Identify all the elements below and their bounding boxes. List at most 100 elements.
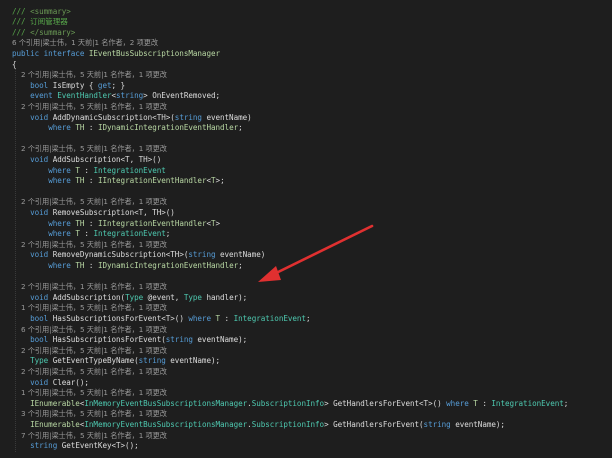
code-token: <summary> [30, 6, 71, 16]
codelens-text[interactable]: 2 个引用|梁士伟，5 天前|1 名作者，1 项更改 [12, 346, 167, 355]
code-line: where TH : IIntegrationEventHandler<T> [12, 219, 220, 230]
code-token: Type [125, 292, 144, 302]
codelens-text[interactable]: 2 个引用|梁士伟，5 天前|1 名作者，1 项更改 [12, 240, 167, 249]
code-token: /// [12, 6, 31, 16]
code-line: string GetEventKey<T>(); [12, 441, 139, 452]
code-line: void AddSubscription(Type @event, Type h… [12, 293, 247, 304]
codelens-line[interactable]: 3 个引用|梁士伟，5 天前|1 名作者，1 项更改 [12, 409, 167, 420]
code-line: public interface IEventBusSubscriptionsM… [12, 49, 220, 60]
code-line: where T : IntegrationEvent; [12, 229, 170, 240]
codelens-line[interactable]: 2 个引用|梁士伟，5 天前|1 名作者，1 项更改 [12, 102, 167, 113]
codelens-text[interactable]: 1 个引用|梁士伟，5 天前|1 名作者，1 项更改 [12, 388, 167, 397]
code-line: void RemoveSubscription<T, TH>() [12, 208, 175, 219]
code-line: void RemoveDynamicSubscription<TH>(strin… [12, 250, 265, 261]
code-token: IntegrationEvent [93, 229, 166, 239]
codelens-text[interactable]: 7 个引用|梁士伟，5 天前|1 名作者，1 项更改 [12, 431, 167, 440]
codelens-text[interactable]: 2 个引用|梁士伟，5 天前|1 名作者，1 项更改 [12, 102, 167, 111]
code-line: void Clear(); [12, 378, 89, 389]
code-token: void [30, 154, 53, 164]
code-line: IEnumerable<InMemoryEventBusSubscription… [12, 420, 505, 431]
code-token: where [48, 218, 76, 228]
code-token: bool [30, 80, 53, 90]
code-token: string [30, 441, 62, 451]
code-token: InMemoryEventBusSubscriptionsManager [84, 419, 248, 429]
code-token: > GetHandlersForEvent( [324, 419, 424, 429]
code-token: IsEmpty { [52, 80, 98, 90]
code-token: > GetHandlersForEvent<T>() [324, 398, 447, 408]
code-token: eventName) [206, 112, 252, 122]
code-token: GetEventKey<T>(); [61, 441, 139, 451]
code-token: SubscriptionInfo [251, 398, 325, 408]
code-token: > OnEventRemoved; [143, 91, 221, 101]
code-token: void [30, 377, 53, 387]
code-token: string [174, 112, 207, 122]
codelens-text[interactable]: 2 个引用|梁士伟，5 天前|1 名作者，1 项更改 [12, 367, 167, 376]
code-line: bool HasSubscriptionsForEvent(string eve… [12, 335, 247, 346]
code-token: event [30, 91, 58, 101]
codelens-text[interactable]: 2 个引用|梁士伟，5 天前|1 名作者，1 项更改 [12, 144, 167, 153]
codelens-line[interactable]: 6 个引用|梁士伟，5 天前|1 名作者，1 项更改 [12, 325, 167, 336]
code-token: void [30, 250, 53, 260]
codelens-line[interactable]: 2 个引用|梁士伟，5 天前|1 名作者，1 项更改 [12, 70, 167, 81]
code-token: handler); [201, 292, 248, 302]
red-arrow-shaft [268, 224, 374, 278]
code-token: Clear(); [52, 377, 89, 387]
code-token: eventName) [220, 250, 266, 260]
codelens-line[interactable]: 2 个引用|梁士伟，5 天前|1 名作者，1 项更改 [12, 367, 167, 378]
code-token: where [48, 123, 76, 133]
codelens-text[interactable]: 2 个引用|梁士伟，5 天前|1 名作者，1 项更改 [12, 197, 167, 206]
code-token: public interface [12, 48, 89, 58]
codelens-text[interactable]: 1 个引用|梁士伟，5 天前|1 名作者，1 项更改 [12, 303, 167, 312]
code-token: RemoveSubscription<T, TH>() [52, 207, 175, 217]
code-token: bool [30, 313, 53, 323]
code-token: IntegrationEvent [93, 165, 166, 175]
codelens-text[interactable]: 6 个引用|梁士伟，5 天前|1 名作者，1 项更改 [12, 325, 167, 334]
codelens-line[interactable]: 7 个引用|梁士伟，5 天前|1 名作者，1 项更改 [12, 431, 167, 442]
code-line: event EventHandler<string> OnEventRemove… [12, 91, 220, 102]
codelens-line[interactable]: 6 个引用|梁士伟，1 天前|1 名作者，2 项更改 [12, 38, 158, 49]
code-token: where [188, 313, 216, 323]
code-token: bool [30, 335, 53, 345]
code-token: ; } [111, 80, 126, 90]
red-arrow-head [258, 266, 281, 282]
codelens-line[interactable]: 2 个引用|梁士伟，5 天前|1 名作者，1 项更改 [12, 197, 167, 208]
code-line: where TH : IIntegrationEventHandler<T>; [12, 176, 224, 187]
code-token: /// [12, 27, 31, 37]
code-token: eventName); [197, 335, 248, 345]
codelens-line[interactable]: 2 个引用|梁士伟，5 天前|1 名作者，1 项更改 [12, 346, 167, 357]
code-token: IEnumerable [30, 419, 80, 429]
codelens-text[interactable]: 6 个引用|梁士伟，1 天前|1 名作者，2 项更改 [12, 38, 158, 47]
code-token: void [30, 112, 53, 122]
code-line: Type GetEventTypeByName(string eventName… [12, 356, 220, 367]
code-token: where [48, 165, 76, 175]
codelens-line[interactable]: 1 个引用|梁士伟，5 天前|1 名作者，1 项更改 [12, 303, 167, 314]
code-token: IEventBusSubscriptionsManager [88, 48, 221, 58]
codelens-text[interactable]: 2 个引用|梁士伟，1 天前|1 名作者，1 项更改 [12, 282, 167, 291]
code-token: HasSubscriptionsForEvent<T>() [52, 313, 189, 323]
codelens-line[interactable]: 1 个引用|梁士伟，5 天前|1 名作者，1 项更改 [12, 388, 167, 399]
code-token: EventHandler [57, 91, 112, 101]
code-editor[interactable]: /// <summary>/// 订阅管理器/// </summary> 6 个引… [0, 0, 612, 458]
code-token: eventName); [455, 419, 505, 429]
codelens-line[interactable]: 2 个引用|梁士伟，5 天前|1 名作者，1 项更改 [12, 144, 167, 155]
codelens-line[interactable]: 2 个引用|梁士伟，5 天前|1 名作者，1 项更改 [12, 240, 167, 251]
codelens-line[interactable]: 2 个引用|梁士伟，1 天前|1 名作者，1 项更改 [12, 282, 167, 293]
code-token: IntegrationEvent [491, 398, 564, 408]
code-line: /// </summary> [12, 28, 75, 39]
codelens-text[interactable]: 3 个引用|梁士伟，5 天前|1 名作者，1 项更改 [12, 409, 167, 418]
codelens-text[interactable]: 2 个引用|梁士伟，5 天前|1 名作者，1 项更改 [12, 70, 167, 79]
code-token: AddSubscription( [52, 292, 126, 302]
code-token: : [220, 313, 234, 323]
code-token: AddSubscription<T, TH>() [52, 154, 162, 164]
code-line: /// 订阅管理器 [12, 17, 68, 28]
